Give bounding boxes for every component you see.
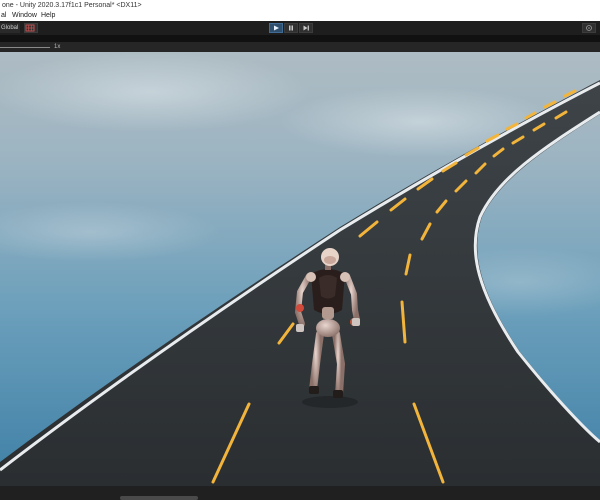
- menu-item-window[interactable]: Window: [12, 11, 37, 21]
- menu-bar: al Window Help: [0, 11, 600, 21]
- step-button[interactable]: [299, 23, 313, 33]
- cloud-icon: [583, 24, 595, 32]
- pause-button[interactable]: [284, 23, 298, 33]
- pause-icon: [285, 24, 297, 32]
- step-icon: [300, 24, 312, 32]
- grid-snap-icon: [25, 24, 37, 32]
- scale-slider[interactable]: [0, 47, 50, 48]
- status-bar: [0, 486, 600, 500]
- panel-divider: [0, 35, 600, 42]
- window-title: one - Unity 2020.3.17f1c1 Personal* <DX1…: [2, 2, 142, 9]
- grid-snap-button[interactable]: [24, 23, 38, 33]
- game-scene: [0, 52, 600, 486]
- menu-item-help[interactable]: Help: [41, 11, 55, 21]
- window-title-bar: one - Unity 2020.3.17f1c1 Personal* <DX1…: [0, 0, 600, 11]
- play-icon: [270, 24, 282, 32]
- game-view-toolbar: 1x: [0, 42, 600, 52]
- play-button[interactable]: [269, 23, 283, 33]
- main-toolbar: Global: [0, 21, 600, 35]
- game-viewport[interactable]: [0, 52, 600, 486]
- cloud-button[interactable]: [582, 23, 596, 33]
- horizontal-scrollbar[interactable]: [120, 496, 198, 500]
- menu-item-terrain[interactable]: al: [1, 11, 6, 21]
- global-toggle-button[interactable]: Global: [0, 23, 20, 33]
- scale-value: 1x: [54, 44, 61, 50]
